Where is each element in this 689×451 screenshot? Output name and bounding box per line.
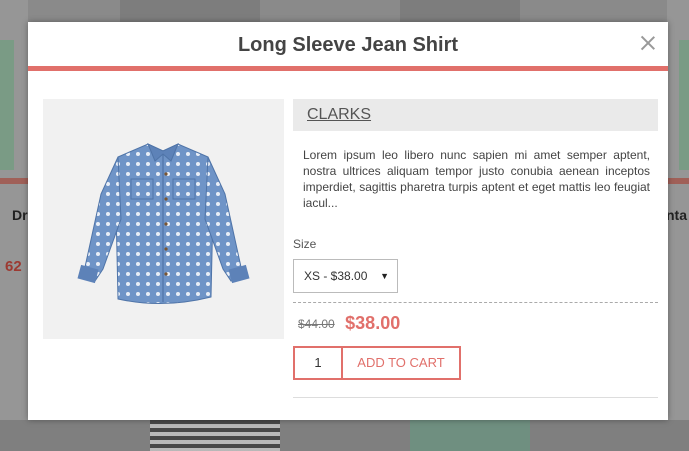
background-product-name-right: nta xyxy=(666,207,687,223)
product-description: Lorem ipsum leo libero nunc sapien mi am… xyxy=(303,148,650,210)
background-accent-right xyxy=(667,178,689,184)
quick-view-modal: Long Sleeve Jean Shirt CLARKS Lorem ipsu… xyxy=(28,22,668,420)
background-product-name-left: Dr xyxy=(12,207,28,223)
background-product-bottom-2 xyxy=(410,420,530,451)
modal-title: Long Sleeve Jean Shirt xyxy=(237,34,459,56)
cart-row: 1 ADD TO CART xyxy=(293,346,658,380)
size-select-value: XS - $38.00 xyxy=(304,269,368,283)
add-to-cart-button[interactable]: ADD TO CART xyxy=(341,346,461,380)
product-image xyxy=(43,99,284,339)
divider-bottom xyxy=(293,397,658,398)
size-label: Size xyxy=(293,237,317,251)
modal-header: Long Sleeve Jean Shirt xyxy=(28,22,668,71)
product-info: CLARKS Lorem ipsum leo libero nunc sapie… xyxy=(293,99,658,398)
background-product-left-image xyxy=(0,40,14,170)
divider xyxy=(293,302,658,303)
quantity-input[interactable]: 1 xyxy=(293,346,341,380)
old-price: $44.00 xyxy=(298,316,335,331)
background-product-right-image xyxy=(679,40,689,170)
background-product-top-2 xyxy=(400,0,520,22)
price-row: $44.00 $38.00 xyxy=(293,313,658,337)
background-product-bottom-1 xyxy=(150,420,280,451)
brand-bar: CLARKS xyxy=(293,99,658,131)
background-accent-left xyxy=(0,178,28,184)
background-bottom-row xyxy=(0,420,689,451)
shirt-illustration xyxy=(77,143,250,304)
close-icon[interactable] xyxy=(641,36,655,50)
current-price: $38.00 xyxy=(345,313,401,333)
brand-link[interactable]: CLARKS xyxy=(307,106,371,123)
background-product-top-1 xyxy=(120,0,260,22)
chevron-down-icon: ▼ xyxy=(380,271,389,281)
background-product-price-left: 62 xyxy=(5,258,22,275)
size-select[interactable]: XS - $38.00 ▼ xyxy=(293,259,398,293)
